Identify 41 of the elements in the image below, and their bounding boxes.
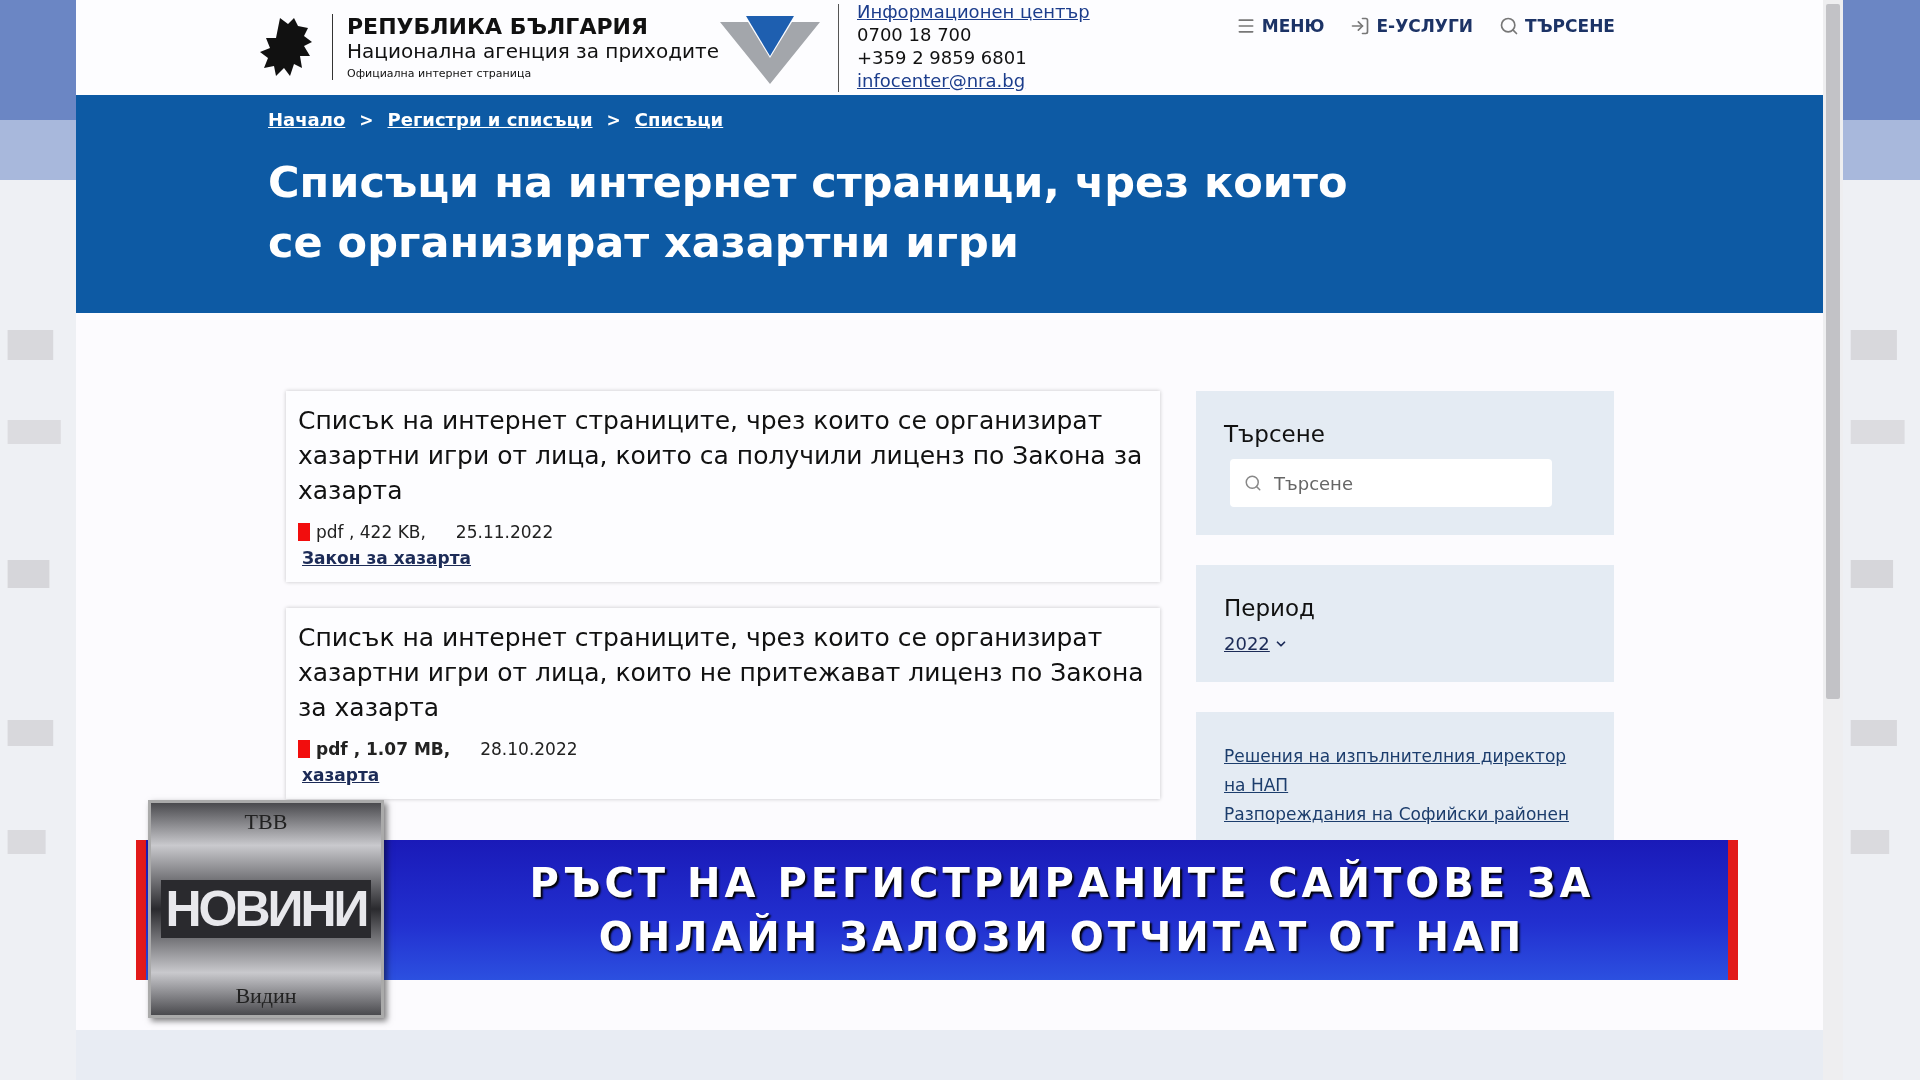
breadcrumb-link[interactable]: Списъци [634,109,724,130]
law-link[interactable]: Закон за хазарта [302,548,471,568]
scrollbar-thumb[interactable] [1826,4,1840,699]
page-title: Списъци на интернет страници, чрез които се организират хазартни игри [268,156,1349,269]
search-field[interactable]: Търсене [1230,459,1552,507]
document-date: 28.10.2022 [480,739,578,759]
sidebar-link[interactable]: Решения на изпълнителния директор на НАП [1224,742,1574,800]
phone-number: +359 2 9859 6801 [857,45,1028,69]
site-tagline: Официална интернет страница [347,66,533,80]
panel-title: Период [1224,595,1316,621]
search-icon [1244,474,1262,492]
agency-name: Национална агенция за приходите [347,38,719,63]
breadcrumb-separator: > [606,109,621,130]
law-link[interactable]: хазарта [302,765,380,785]
document-title: Списък на интернет страниците, чрез които се организират хазартни игри от лица, които не притежават лиценз по Закона за хазарта [298,622,1145,724]
city-name: Видин [235,983,297,1009]
document-date: 25.11.2022 [455,522,554,542]
phone-number: 0700 18 700 [857,22,973,46]
nav-link[interactable]: Е-УСЛУГИ [1350,16,1474,36]
breadcrumb-link[interactable]: Начало [268,109,346,130]
nav-link[interactable]: ТЪРСЕНЕ [1499,16,1615,36]
republic-title: РЕПУБЛИКА БЪЛГАРИЯ [347,13,649,39]
headline-line: РЪСТ НА РЕГИСТРИРАНИТЕ САЙТОВЕ ЗА [529,858,1595,908]
pdf-icon [298,523,310,541]
sidebar-link[interactable]: Разпореждания на Софийски районен [1224,800,1569,829]
email-link[interactable]: infocenter@nra.bg [857,68,1090,92]
channel-name: ТВВ [244,809,288,835]
year-dropdown[interactable]: 2022 [1224,633,1288,654]
breadcrumb-link[interactable]: Регистри и списъци [387,109,593,130]
login-icon [1350,16,1371,36]
document-title: Списък на интернет страниците, чрез които се организират хазартни игри от лица, които са получили лиценз по Закона за хазарта [298,405,1144,507]
logo-word: НОВИНИ [161,880,371,938]
search-icon [1499,16,1520,36]
breadcrumb-separator: > [359,109,374,130]
info-center-link[interactable]: Информационен център [857,0,1090,23]
file-info: pdf , 422 KB, [316,522,426,542]
panel-title: Търсене [1224,421,1326,447]
file-info: pdf , 1.07 MB, [316,739,451,759]
headline-line: ОНЛАЙН ЗАЛОЗИ ОТЧИТАТ ОТ НАП [598,912,1526,962]
pdf-icon [298,740,310,758]
nav-link[interactable]: МЕНЮ [1235,16,1325,36]
